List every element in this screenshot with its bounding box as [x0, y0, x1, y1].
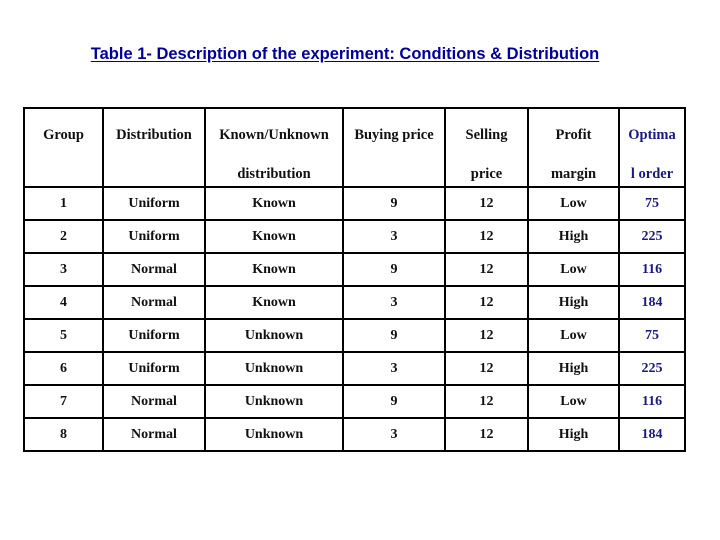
- cell-known-unknown: Unknown: [204, 318, 344, 353]
- cell-buying-price: 3: [342, 285, 446, 320]
- cell-distribution: Uniform: [102, 219, 206, 254]
- cell-distribution: Normal: [102, 417, 206, 452]
- cell-distribution: Uniform: [102, 351, 206, 386]
- table-row: 8 Normal Unknown 3 12 High 184: [23, 417, 686, 452]
- header-known-unknown: Known/Unknown distribution: [204, 107, 344, 188]
- cell-distribution: Uniform: [102, 318, 206, 353]
- cell-profit-margin: High: [527, 219, 620, 254]
- cell-selling-price: 12: [444, 285, 529, 320]
- experiment-table: Group Distribution Known/Unknown distribu…: [23, 107, 686, 452]
- cell-group: 7: [23, 384, 104, 419]
- cell-known-unknown: Unknown: [204, 417, 344, 452]
- cell-known-unknown: Known: [204, 186, 344, 221]
- cell-buying-price: 3: [342, 219, 446, 254]
- table-row: 5 Uniform Unknown 9 12 Low 75: [23, 318, 686, 353]
- cell-buying-price: 3: [342, 351, 446, 386]
- cell-optimal-order: 75: [618, 186, 686, 221]
- cell-known-unknown: Unknown: [204, 351, 344, 386]
- cell-profit-margin: Low: [527, 252, 620, 287]
- cell-group: 6: [23, 351, 104, 386]
- cell-known-unknown: Known: [204, 252, 344, 287]
- cell-distribution: Uniform: [102, 186, 206, 221]
- cell-group: 3: [23, 252, 104, 287]
- cell-profit-margin: High: [527, 285, 620, 320]
- cell-selling-price: 12: [444, 219, 529, 254]
- cell-selling-price: 12: [444, 384, 529, 419]
- cell-group: 4: [23, 285, 104, 320]
- header-distribution: Distribution: [102, 107, 206, 188]
- table-row: 7 Normal Unknown 9 12 Low 116: [23, 384, 686, 419]
- cell-optimal-order: 184: [618, 417, 686, 452]
- table-row: 3 Normal Known 9 12 Low 116: [23, 252, 686, 287]
- cell-known-unknown: Known: [204, 219, 344, 254]
- cell-distribution: Normal: [102, 384, 206, 419]
- header-group: Group: [23, 107, 104, 188]
- cell-buying-price: 9: [342, 186, 446, 221]
- header-optimal-order: Optima l order: [618, 107, 686, 188]
- cell-optimal-order: 225: [618, 219, 686, 254]
- cell-buying-price: 9: [342, 384, 446, 419]
- cell-selling-price: 12: [444, 417, 529, 452]
- header-buying-price: Buying price: [342, 107, 446, 188]
- cell-profit-margin: High: [527, 417, 620, 452]
- header-row: Group Distribution Known/Unknown distribu…: [23, 107, 686, 188]
- cell-buying-price: 9: [342, 252, 446, 287]
- cell-buying-price: 3: [342, 417, 446, 452]
- cell-optimal-order: 116: [618, 384, 686, 419]
- table-row: 6 Uniform Unknown 3 12 High 225: [23, 351, 686, 386]
- header-selling-price: Selling price: [444, 107, 529, 188]
- cell-group: 2: [23, 219, 104, 254]
- cell-distribution: Normal: [102, 285, 206, 320]
- table-row: 1 Uniform Known 9 12 Low 75: [23, 186, 686, 221]
- cell-group: 8: [23, 417, 104, 452]
- cell-optimal-order: 184: [618, 285, 686, 320]
- cell-known-unknown: Unknown: [204, 384, 344, 419]
- cell-selling-price: 12: [444, 252, 529, 287]
- cell-profit-margin: Low: [527, 384, 620, 419]
- cell-group: 5: [23, 318, 104, 353]
- header-profit-margin: Profit margin: [527, 107, 620, 188]
- cell-buying-price: 9: [342, 318, 446, 353]
- cell-group: 1: [23, 186, 104, 221]
- cell-distribution: Normal: [102, 252, 206, 287]
- table-title: Table 1- Description of the experiment: …: [90, 45, 600, 63]
- table-row: 2 Uniform Known 3 12 High 225: [23, 219, 686, 254]
- cell-known-unknown: Known: [204, 285, 344, 320]
- cell-profit-margin: Low: [527, 186, 620, 221]
- cell-optimal-order: 75: [618, 318, 686, 353]
- cell-selling-price: 12: [444, 186, 529, 221]
- cell-optimal-order: 116: [618, 252, 686, 287]
- cell-selling-price: 12: [444, 351, 529, 386]
- cell-profit-margin: Low: [527, 318, 620, 353]
- cell-optimal-order: 225: [618, 351, 686, 386]
- cell-profit-margin: High: [527, 351, 620, 386]
- table-row: 4 Normal Known 3 12 High 184: [23, 285, 686, 320]
- cell-selling-price: 12: [444, 318, 529, 353]
